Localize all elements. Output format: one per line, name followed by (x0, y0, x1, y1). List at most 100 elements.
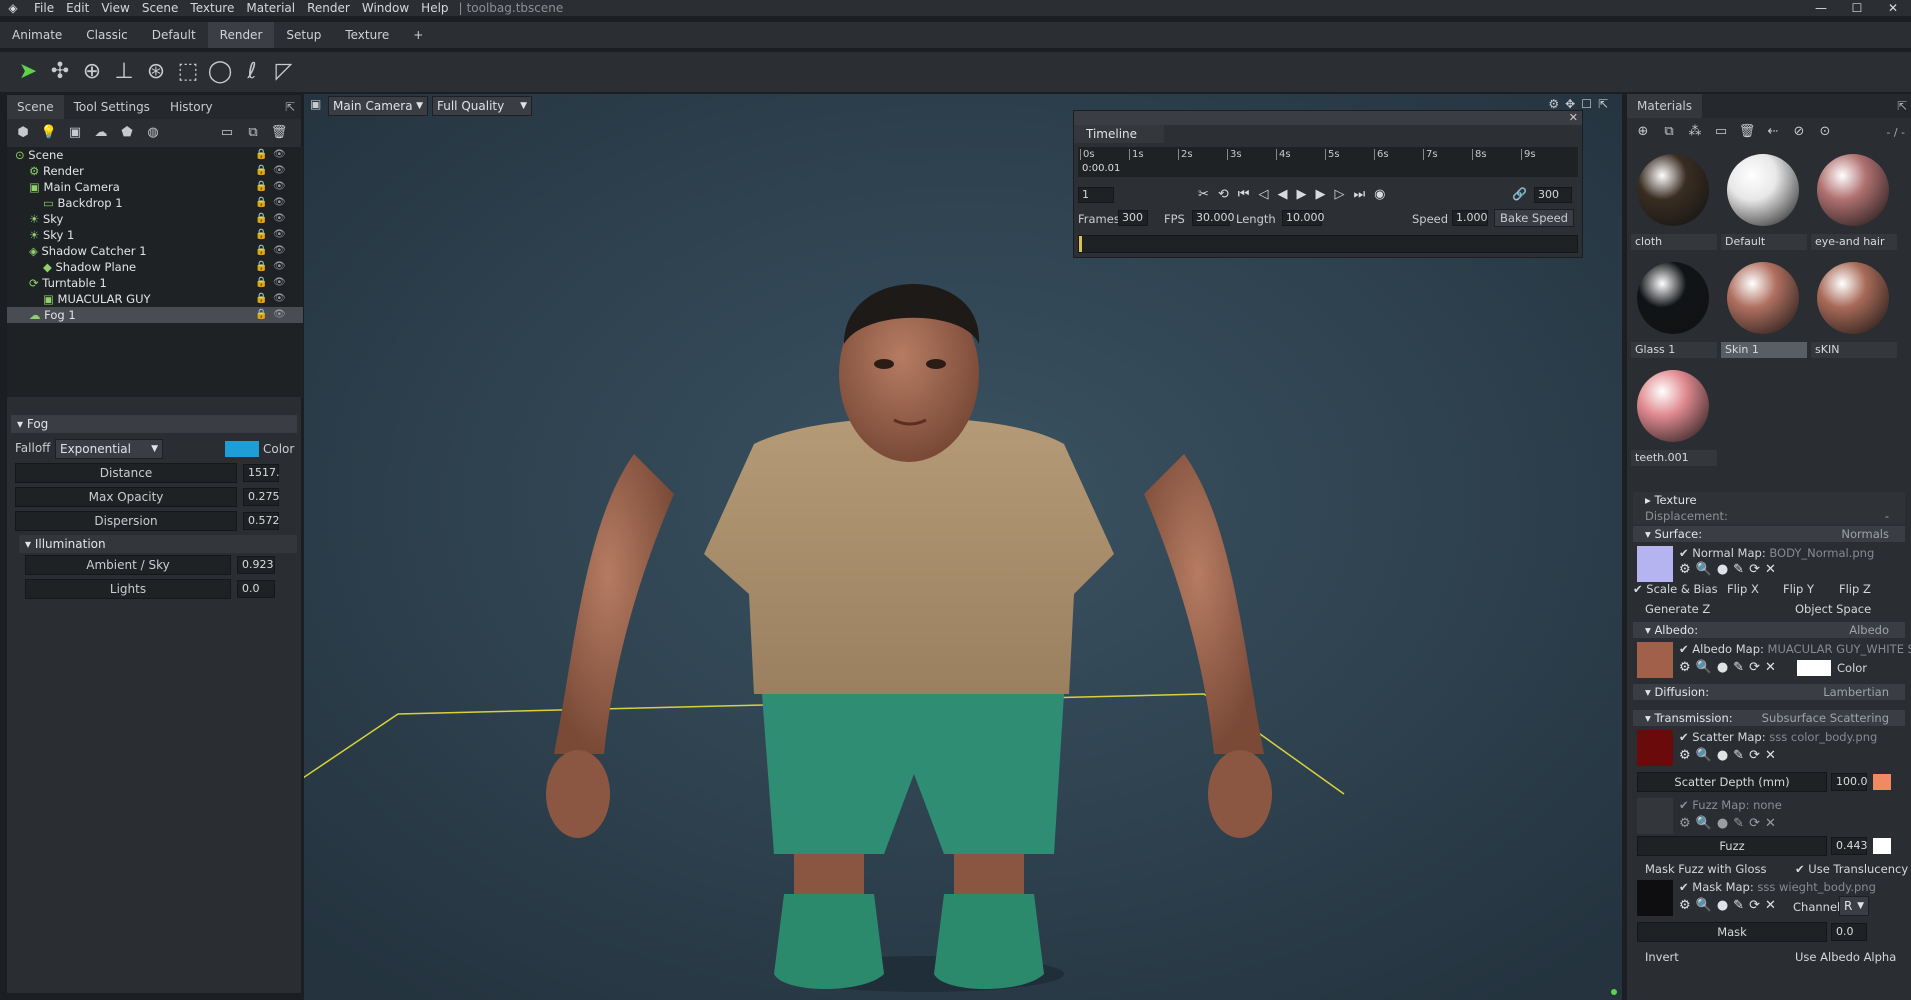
add-object-icon[interactable]: ⬢ (13, 123, 33, 143)
material-skin[interactable]: sKIN (1811, 256, 1897, 360)
menu-help[interactable]: Help (415, 0, 454, 16)
menu-file[interactable]: File (28, 0, 60, 16)
lock-icon[interactable]: 🔒 (255, 227, 267, 243)
distance-value[interactable]: 1517. (243, 464, 280, 482)
map-tools-icon[interactable]: ⚙🔍●✎⟳✕ (1679, 898, 1781, 913)
diffusion-section[interactable]: ▾ Diffusion: Lambertian (1633, 684, 1905, 700)
timeline-track[interactable] (1078, 235, 1578, 253)
texture-section[interactable]: ▸ Texture (1633, 492, 1905, 508)
tab-history[interactable]: History (160, 95, 223, 119)
playback-controls-icon[interactable]: ✂⟲⏮◁◀▶▶▷⏭◉ (1198, 187, 1395, 202)
tab-render[interactable]: Render (207, 22, 275, 48)
folder-icon[interactable]: ▭ (1711, 122, 1731, 142)
menu-material[interactable]: Material (240, 0, 301, 16)
tab-setup[interactable]: Setup (274, 22, 333, 48)
length-input[interactable]: 10.000 (1282, 210, 1325, 226)
tree-item-backdrop-1[interactable]: ▭ Backdrop 1 🔒 👁 (7, 195, 303, 211)
timeline-ruler[interactable]: 0s 1s 2s 3s 4s 5s 6s 7s 8s 9s 0:00.01 (1078, 147, 1578, 177)
polygon-select-icon[interactable]: ◸ (268, 56, 300, 88)
fog-color-swatch[interactable] (225, 441, 259, 457)
mask-map-thumb[interactable] (1637, 880, 1673, 916)
eye-icon[interactable]: 👁 (273, 195, 286, 211)
timeline-tab[interactable]: Timeline (1074, 125, 1164, 143)
dispersion-value[interactable]: 0.572 (243, 512, 280, 530)
fuzz-map-thumb[interactable] (1637, 798, 1673, 834)
lock-icon[interactable]: 🔒 (255, 211, 267, 227)
map-tools-icon[interactable]: ⚙🔍●✎⟳✕ (1679, 660, 1781, 675)
material-cloth[interactable]: cloth (1631, 148, 1717, 252)
menu-texture[interactable]: Texture (184, 0, 240, 16)
clear-icon[interactable]: ⊘ (1789, 122, 1809, 142)
material-glass-1[interactable]: Glass 1 (1631, 256, 1717, 360)
eye-icon[interactable]: 👁 (273, 179, 286, 195)
pick-icon[interactable]: ⊙ (1815, 122, 1835, 142)
flip-x-checkbox[interactable]: Flip X (1727, 582, 1759, 596)
lock-icon[interactable]: 🔒 (255, 163, 267, 179)
tree-item-sky-1[interactable]: ☀ Sky 1 🔒 👁 (7, 227, 303, 243)
tab-texture[interactable]: Texture (333, 22, 401, 48)
map-tools-icon[interactable]: ⚙🔍●✎⟳✕ (1679, 816, 1781, 831)
invert-checkbox[interactable]: Invert (1645, 950, 1679, 964)
map-tools-icon[interactable]: ⚙🔍●✎⟳✕ (1679, 562, 1781, 577)
menu-view[interactable]: View (95, 0, 135, 16)
lock-icon[interactable]: 🔒 (255, 275, 267, 291)
fog-section-header[interactable]: ▾ Fog (11, 415, 297, 433)
mask-fuzz-checkbox[interactable]: Mask Fuzz with Gloss (1645, 862, 1766, 876)
circle-select-icon[interactable]: ◯ (204, 56, 236, 88)
lock-icon[interactable]: 🔒 (255, 195, 267, 211)
lock-icon[interactable]: 🔒 (255, 259, 267, 275)
frame-input[interactable]: 1 (1078, 187, 1114, 203)
tab-scene[interactable]: Scene (7, 95, 64, 119)
end-frame-input[interactable]: 300 (1534, 187, 1572, 203)
quality-dropdown[interactable]: Full Quality ▼ (432, 96, 532, 116)
map-tools-icon[interactable]: ⚙🔍●✎⟳✕ (1679, 748, 1781, 763)
maximize-icon[interactable]: ☐ (1839, 0, 1875, 16)
viewport-options-icon[interactable]: ⚙✥☐⇱ (1548, 97, 1614, 111)
menu-render[interactable]: Render (301, 0, 356, 16)
delete-icon[interactable]: 🗑 (269, 123, 289, 143)
lock-icon[interactable]: 🔒 (255, 291, 267, 307)
menu-scene[interactable]: Scene (136, 0, 185, 16)
tree-item-scene[interactable]: ⊙ Scene 🔒 👁 (7, 147, 303, 163)
lights-value[interactable]: 0.0 (237, 580, 275, 598)
tree-item-fog-1[interactable]: ☁ Fog 1 🔒 👁 (7, 307, 303, 323)
transmission-section[interactable]: ▾ Transmission: Subsurface Scattering (1633, 710, 1905, 726)
material-eye-and-hair[interactable]: eye-and hair (1811, 148, 1897, 252)
eye-icon[interactable]: 👁 (273, 259, 286, 275)
link-icon[interactable]: 🔗 (1512, 187, 1527, 201)
add-material-icon[interactable]: ◍ (143, 123, 163, 143)
add-shape-icon[interactable]: ⬟ (117, 123, 137, 143)
eye-icon[interactable]: 👁 (273, 275, 286, 291)
albedo-color-swatch[interactable] (1797, 660, 1831, 676)
assign-icon[interactable]: ⇠ (1763, 122, 1783, 142)
flip-z-checkbox[interactable]: Flip Z (1839, 582, 1871, 596)
select-tool-icon[interactable]: ➤ (12, 56, 44, 88)
use-translucency-checkbox[interactable]: Use Translucency (1808, 862, 1908, 876)
tab-classic[interactable]: Classic (74, 22, 140, 48)
tab-tool-settings[interactable]: Tool Settings (64, 95, 160, 119)
tab-materials[interactable]: Materials (1627, 94, 1703, 118)
eye-icon[interactable]: 👁 (273, 307, 286, 323)
move-tool-icon[interactable]: ✣ (44, 56, 76, 88)
mask-value[interactable]: 0.0 (1831, 923, 1867, 941)
frames-input[interactable]: 300 (1118, 210, 1148, 226)
material-teeth-001[interactable]: teeth.001 (1631, 364, 1717, 468)
fuzz-value[interactable]: 0.443 (1831, 837, 1868, 855)
tree-item-shadow-plane[interactable]: ◆ Shadow Plane 🔒 👁 (7, 259, 303, 275)
tree-item-muacular-guy[interactable]: ▣ MUACULAR GUY 🔒 👁 (7, 291, 303, 307)
material-default[interactable]: Default (1721, 148, 1807, 252)
flip-y-checkbox[interactable]: Flip Y (1783, 582, 1814, 596)
lock-icon[interactable]: 🔒 (255, 179, 267, 195)
ambient-value[interactable]: 0.923 (237, 556, 275, 574)
add-sky-icon[interactable]: ☁ (91, 123, 111, 143)
material-grid-icon[interactable]: ⁂ (1685, 122, 1705, 142)
fps-input[interactable]: 30.000 (1192, 210, 1235, 226)
scale-bias-checkbox[interactable]: Scale & Bias (1646, 582, 1717, 596)
albedo-section[interactable]: ▾ Albedo: Albedo (1633, 622, 1905, 638)
popout-icon[interactable]: ⇱ (285, 100, 295, 114)
lock-icon[interactable]: 🔒 (255, 307, 267, 323)
eye-icon[interactable]: 👁 (273, 147, 286, 163)
tab-add[interactable]: + (401, 22, 435, 48)
surface-section[interactable]: ▾ Surface: Normals (1633, 526, 1905, 542)
falloff-dropdown[interactable]: Exponential ▼ (55, 439, 163, 459)
